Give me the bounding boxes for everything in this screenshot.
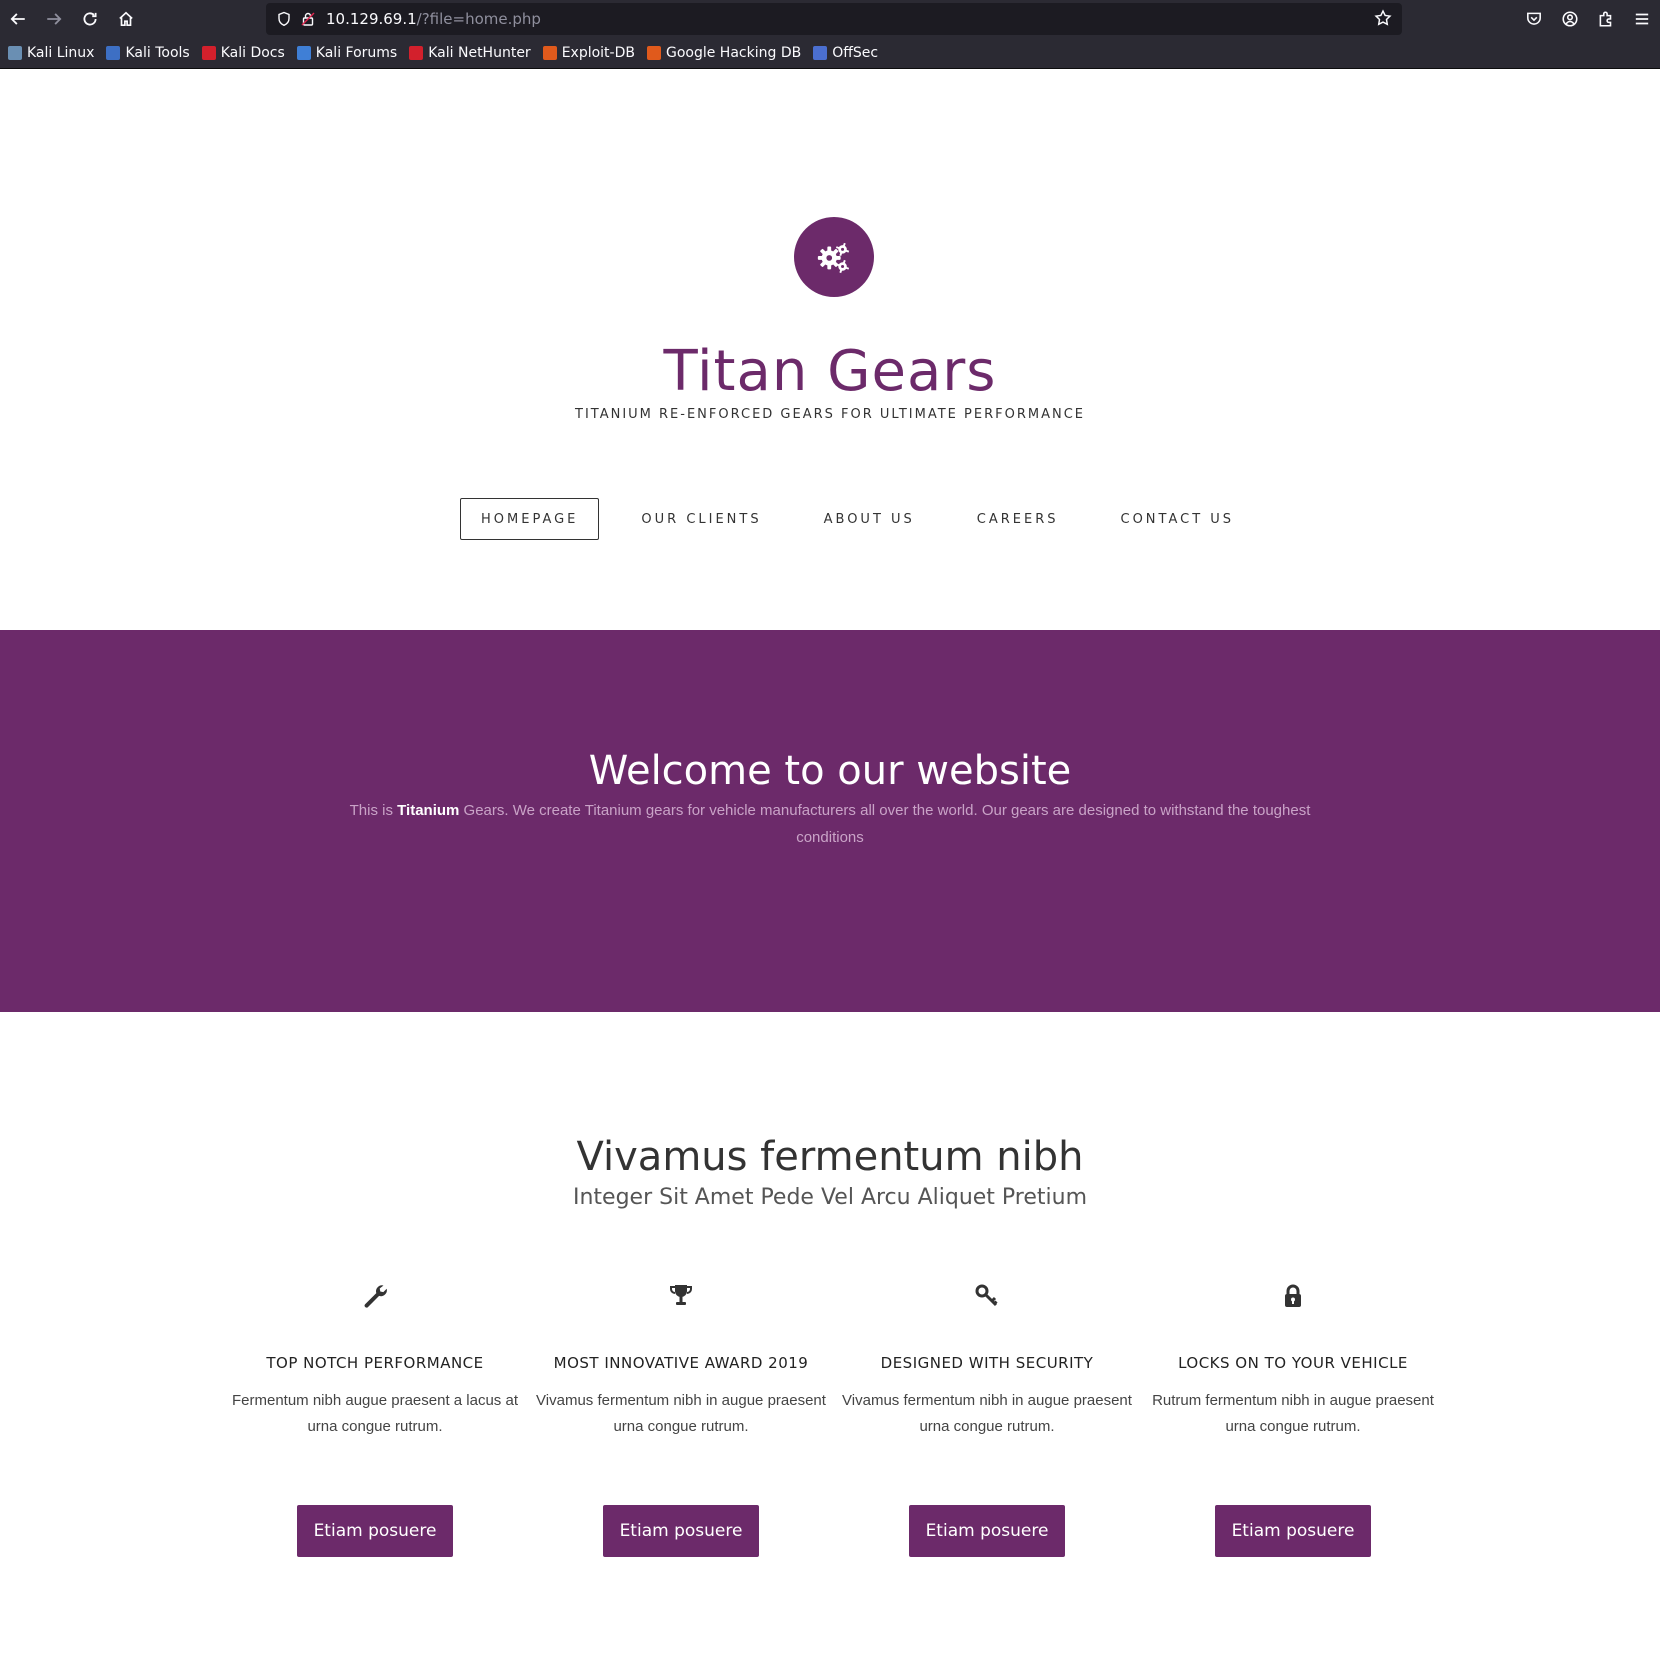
- gears-icon: [817, 242, 850, 274]
- url-bar[interactable]: 10.129.69.1/?file=home.php: [266, 3, 1402, 35]
- pocket-button[interactable]: [1516, 1, 1552, 37]
- bookmark-favicon-icon: [296, 46, 311, 60]
- bookmark-favicon-icon: [409, 46, 424, 60]
- bookmark-label: Kali Docs: [220, 45, 285, 61]
- site-logo: [794, 217, 874, 297]
- bookmark-label: Google Hacking DB: [665, 45, 802, 61]
- reload-button[interactable]: [72, 1, 108, 37]
- puzzle-icon: [1599, 11, 1612, 27]
- features-columns: TOP NOTCH PERFORMANCE Fermentum nibh augu…: [222, 1282, 1446, 1582]
- pocket-icon: [1527, 12, 1541, 25]
- bookmark-favicon-icon: [646, 46, 661, 60]
- forward-button[interactable]: [36, 1, 72, 37]
- welcome-banner: Welcome to our website This is Titanium …: [0, 630, 1660, 1012]
- bookmark-item[interactable]: Kali Tools: [106, 45, 190, 61]
- feature-text: Vivamus fermentum nibh in augue praesent…: [842, 1392, 1132, 1435]
- site-title: Titan Gears: [663, 339, 997, 404]
- feature-title: LOCKS ON TO YOUR VEHICLE: [1178, 1354, 1408, 1372]
- feature-text: Fermentum nibh augue praesent a lacus at…: [231, 1392, 518, 1435]
- bookmark-favicon-icon: [201, 46, 216, 60]
- bookmark-label: Kali Linux: [27, 45, 95, 61]
- bookmark-item[interactable]: Kali Docs: [201, 45, 285, 61]
- hamburger-menu-icon: [1635, 13, 1649, 25]
- nav-item-about-us[interactable]: ABOUT US: [804, 498, 935, 540]
- banner-text-after: Gears. We create Titanium gears for vehi…: [459, 802, 1311, 846]
- etiam-posuere-button[interactable]: Etiam posuere: [297, 1505, 453, 1557]
- bookmark-item[interactable]: Kali Linux: [8, 45, 94, 61]
- bookmark-favicon-icon: [813, 46, 828, 60]
- banner-text-before: This is: [349, 802, 398, 819]
- trophy-icon: [528, 1282, 834, 1316]
- bookmark-item[interactable]: Google Hacking DB: [646, 45, 802, 61]
- browser-toolbar: 10.129.69.1/?file=home.php: [0, 0, 1660, 38]
- nav-item-contact-us[interactable]: CONTACT US: [1101, 498, 1255, 540]
- etiam-posuere-button[interactable]: Etiam posuere: [1215, 1505, 1371, 1557]
- home-icon: [119, 11, 133, 27]
- feature-text: Rutrum fermentum nibh in augue praesent …: [1152, 1392, 1434, 1435]
- banner-heading: Welcome to our website: [588, 748, 1072, 794]
- menu-button[interactable]: [1624, 1, 1660, 37]
- features-section: Vivamus fermentum nibh Integer Sit Amet …: [0, 1012, 1660, 1672]
- feature-title: MOST INNOVATIVE AWARD 2019: [553, 1354, 809, 1372]
- bookmarks-bar: Kali Linux Kali Tools Kali Docs Kali Forums…: [0, 38, 1660, 69]
- home-button[interactable]: [108, 1, 144, 37]
- feature-title: DESIGNED WITH SECURITY: [880, 1354, 1094, 1372]
- key-icon: [834, 1282, 1140, 1316]
- banner-text-strong: Titanium: [397, 802, 460, 819]
- feature-title: TOP NOTCH PERFORMANCE: [266, 1354, 484, 1372]
- bookmark-label: Kali Forums: [315, 45, 398, 61]
- feature-card: DESIGNED WITH SECURITY Vivamus fermentum …: [834, 1282, 1140, 1582]
- bookmark-favicon-icon: [542, 46, 557, 60]
- account-icon: [1562, 11, 1578, 27]
- account-button[interactable]: [1552, 1, 1588, 37]
- etiam-posuere-button[interactable]: Etiam posuere: [909, 1505, 1065, 1557]
- url-path: /?file=home.php: [416, 10, 541, 28]
- bookmark-label: Exploit-DB: [561, 45, 635, 61]
- banner-text: This is Titanium Gears. We create Titani…: [330, 797, 1330, 851]
- bookmark-label: Kali NetHunter: [428, 45, 531, 61]
- site-header: Titan Gears TITANIUM RE-ENFORCED GEARS F…: [0, 69, 1660, 629]
- arrow-right-icon: [47, 13, 62, 25]
- web-page: Titan Gears TITANIUM RE-ENFORCED GEARS F…: [0, 69, 1660, 1557]
- bookmark-item[interactable]: Exploit-DB: [542, 45, 635, 61]
- shield-icon[interactable]: [272, 3, 296, 35]
- lock-icon: [1140, 1282, 1446, 1316]
- bookmark-favicon-icon: [106, 46, 121, 60]
- nav-item-homepage[interactable]: HOMEPAGE: [460, 498, 600, 540]
- arrow-left-icon: [10, 13, 25, 25]
- bookmark-label: OffSec: [832, 45, 879, 61]
- main-nav: HOMEPAGE OUR CLIENTS ABOUT US CAREERS CONTAC…: [460, 498, 1276, 540]
- features-heading: Vivamus fermentum nibh: [576, 1134, 1084, 1180]
- bookmark-item[interactable]: Kali NetHunter: [409, 45, 531, 61]
- etiam-posuere-button[interactable]: Etiam posuere: [603, 1505, 759, 1557]
- back-button[interactable]: [0, 1, 36, 37]
- insecure-lock-icon[interactable]: [296, 3, 320, 35]
- url-text[interactable]: 10.129.69.1/?file=home.php: [326, 10, 541, 28]
- bookmark-star-icon[interactable]: [1374, 9, 1394, 29]
- bookmark-item[interactable]: OffSec: [813, 45, 878, 61]
- features-subheading: Integer Sit Amet Pede Vel Arcu Aliquet P…: [572, 1185, 1088, 1210]
- feature-card: MOST INNOVATIVE AWARD 2019 Vivamus fermen…: [528, 1282, 834, 1582]
- site-tagline: TITANIUM RE-ENFORCED GEARS FOR ULTIMATE …: [575, 407, 1085, 422]
- feature-text: Vivamus fermentum nibh in augue praesent…: [536, 1392, 826, 1435]
- feature-card: LOCKS ON TO YOUR VEHICLE Rutrum fermentum…: [1140, 1282, 1446, 1582]
- nav-item-our-clients[interactable]: OUR CLIENTS: [621, 498, 781, 540]
- nav-item-careers[interactable]: CAREERS: [957, 498, 1079, 540]
- bookmark-item[interactable]: Kali Forums: [296, 45, 398, 61]
- wrench-icon: [222, 1282, 528, 1316]
- bookmark-favicon-icon: [8, 46, 22, 60]
- feature-card: TOP NOTCH PERFORMANCE Fermentum nibh augu…: [222, 1282, 528, 1582]
- extensions-button[interactable]: [1588, 1, 1624, 37]
- bookmark-label: Kali Tools: [125, 45, 190, 61]
- url-host: 10.129.69.1: [326, 10, 417, 28]
- reload-icon: [83, 12, 97, 26]
